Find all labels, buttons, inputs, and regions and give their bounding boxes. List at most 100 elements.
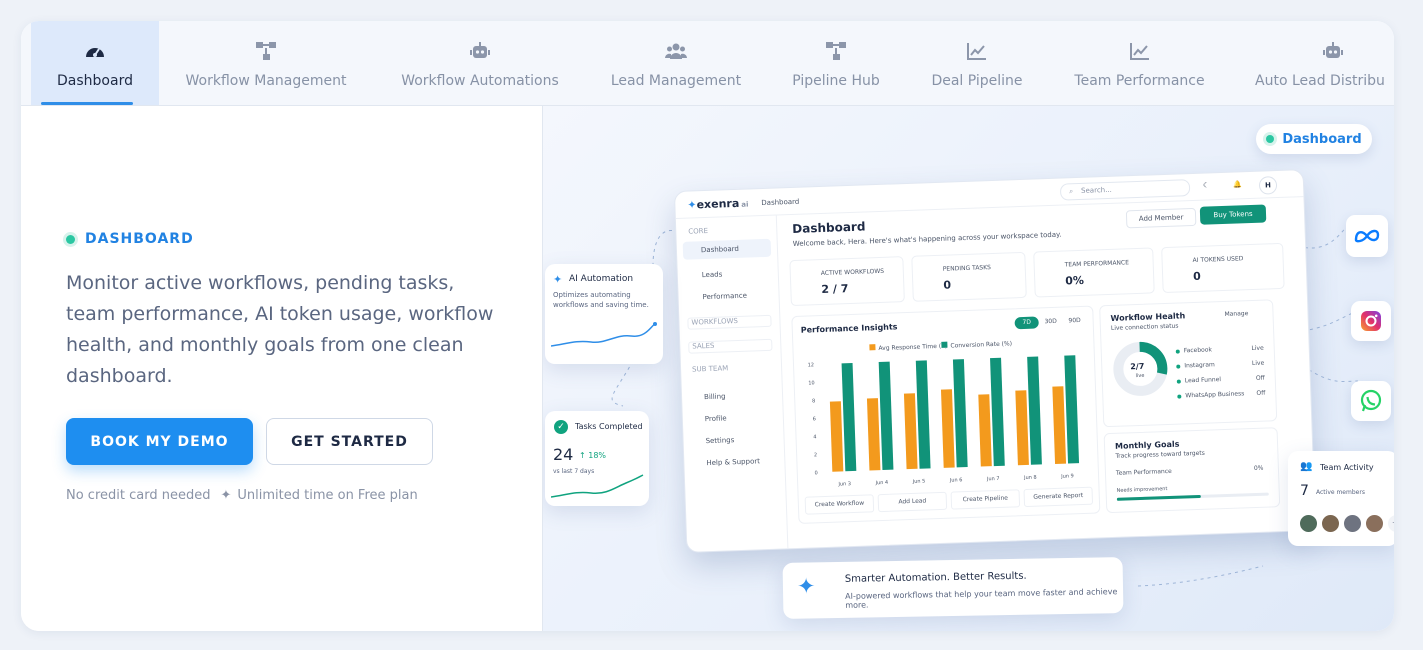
buy-tokens-button[interactable]: Buy Tokens	[1199, 204, 1267, 225]
eyebrow-label: DASHBOARD	[85, 231, 194, 247]
mock-search-input[interactable]: ⌕ Search...	[1059, 179, 1191, 201]
range-7d[interactable]: 7D	[1014, 316, 1039, 330]
gauge-icon	[86, 48, 104, 57]
moon-icon[interactable]: ☾	[1203, 181, 1210, 189]
tab-label: Auto Lead Distribu	[1255, 73, 1385, 89]
meta-icon[interactable]	[1346, 215, 1388, 257]
sidebar-group-sales[interactable]: SALES	[688, 338, 773, 354]
tasks-change: ↑ 18%	[579, 451, 607, 460]
tab-workflow-automations[interactable]: Workflow Automations	[381, 21, 579, 105]
health-item-name: Lead Funnel	[1184, 376, 1222, 385]
search-icon: ⌕	[1068, 187, 1074, 196]
monthly-goals-card: Monthly Goals Track progress toward targ…	[1103, 427, 1281, 514]
range-90d[interactable]: 90D	[1062, 315, 1086, 328]
bar	[978, 394, 992, 467]
create-workflow-button[interactable]: Create Workflow	[804, 494, 875, 515]
whatsapp-icon[interactable]	[1351, 381, 1391, 421]
sidebar-item-billing[interactable]: Billing	[704, 392, 726, 401]
sparkle-icon: ✦	[553, 273, 563, 286]
ai-trend-line	[551, 322, 657, 347]
tab-lead-management[interactable]: Lead Management	[601, 21, 751, 105]
create-pipeline-button[interactable]: Create Pipeline	[950, 489, 1021, 510]
team-activity-card: 👥 Team Activity 7 Active members +2	[1288, 451, 1394, 546]
free-plan-note: Unlimited time on Free plan	[237, 488, 418, 503]
instagram-icon[interactable]	[1351, 301, 1391, 341]
range-switch[interactable]: 7D 30D 90D	[1014, 315, 1086, 330]
goals-progress-bar	[1116, 492, 1269, 501]
feature-tabs: Dashboard Workflow Management Workflow A…	[21, 21, 1394, 106]
health-item-status: Off	[1255, 374, 1265, 382]
health-item-name: WhatsApp Business	[1185, 390, 1245, 400]
bar	[866, 398, 881, 471]
legend-swatch	[941, 341, 948, 348]
stat-card: AI TOKENS USED 0	[1161, 242, 1285, 294]
chart-title: Performance Insights	[800, 322, 898, 335]
users-icon: 👥	[1300, 461, 1313, 472]
avatar[interactable]: H	[1258, 176, 1278, 195]
health-item-status: Live	[1251, 344, 1264, 353]
mock-dashboard-window: ✦exenra ai Dashboard ⌕ Search... ☾ 🔔 H CO…	[673, 169, 1317, 553]
y-tick-label: 8	[812, 398, 815, 404]
sidebar-item-leads[interactable]: Leads	[702, 270, 723, 279]
users-icon	[665, 43, 687, 59]
manage-link[interactable]: Manage	[1224, 310, 1248, 318]
workflow-icon	[256, 42, 276, 60]
stat-card: TEAM PERFORMANCE 0%	[1033, 247, 1155, 298]
mock-sidebar: CORE Dashboard Leads Performance WORKFLO…	[675, 214, 789, 552]
generate-report-button[interactable]: Generate Report	[1023, 486, 1094, 508]
performance-bar-chart: Avg Response Time (h) Conversion Rate (%)…	[808, 340, 1080, 488]
bar	[915, 360, 931, 469]
robot-icon	[1323, 42, 1343, 58]
y-tick-label: 2	[814, 452, 817, 458]
legend-label: Avg Response Time (h)	[878, 343, 947, 352]
status-dot	[1176, 379, 1181, 384]
bar	[952, 359, 968, 468]
x-tick-label: Jun 8	[1023, 475, 1037, 481]
mock-page-title: Dashboard	[792, 219, 866, 236]
tab-auto-lead-distribution[interactable]: Auto Lead Distribu	[1243, 21, 1394, 105]
add-lead-button[interactable]: Add Lead	[877, 491, 948, 513]
dashboard-preview: Dashboard ✦exenra ai Dashboard ⌕ Search..…	[542, 106, 1394, 631]
x-tick-label: Jun 9	[1060, 473, 1074, 479]
tab-workflow-management[interactable]: Workflow Management	[171, 21, 361, 105]
get-started-button[interactable]: GET STARTED	[266, 418, 433, 465]
chart-line-icon	[1129, 43, 1149, 60]
tab-deal-pipeline[interactable]: Deal Pipeline	[916, 21, 1038, 105]
sidebar-item-profile[interactable]: Profile	[705, 414, 727, 423]
workflow-icon	[826, 42, 846, 60]
check-icon: ✓	[554, 420, 568, 434]
range-30d[interactable]: 30D	[1038, 316, 1062, 329]
tab-dashboard[interactable]: Dashboard	[31, 21, 159, 105]
health-item-name: Facebook	[1183, 346, 1213, 355]
health-item-status: Live	[1251, 359, 1265, 368]
health-item-name: Instagram	[1184, 361, 1215, 370]
sidebar-item-dashboard[interactable]: Dashboard	[682, 238, 772, 260]
y-tick-label: 12	[808, 362, 815, 368]
no-card-note: No credit card needed	[66, 488, 211, 503]
sidebar-group-workflows[interactable]: WORKFLOWS	[687, 314, 772, 330]
sidebar-item-help[interactable]: Help & Support	[706, 457, 760, 467]
status-dot	[66, 234, 75, 244]
x-tick-label: Jun 7	[986, 476, 1000, 482]
add-member-button[interactable]: Add Member	[1125, 207, 1197, 229]
sidebar-item-settings[interactable]: Settings	[705, 436, 734, 445]
bell-icon[interactable]: 🔔	[1233, 180, 1242, 188]
sidebar-item-performance[interactable]: Performance	[702, 292, 747, 302]
avatar	[1364, 513, 1385, 534]
health-item-status: Off	[1256, 389, 1266, 397]
x-tick-label: Jun 5	[912, 479, 926, 485]
avatar	[1298, 513, 1319, 534]
bar	[841, 362, 857, 472]
tab-team-performance[interactable]: Team Performance	[1061, 21, 1218, 105]
smarter-automation-card: ✦ Smarter Automation. Better Results. AI…	[782, 557, 1124, 619]
book-demo-button[interactable]: BOOK MY DEMO	[66, 418, 253, 465]
tab-pipeline-hub[interactable]: Pipeline Hub	[776, 21, 896, 105]
workflow-health-card: Workflow Health Live connection status M…	[1099, 299, 1278, 428]
stats-row: ACTIVE WORKFLOWS 2 / 7 PENDING TASKS 0 TEA…	[789, 242, 1290, 307]
sidebar-group-sub-team[interactable]: SUB TEAM	[689, 363, 773, 378]
member-avatars: +2	[1298, 513, 1394, 534]
robot-icon	[470, 42, 490, 58]
avatar	[1342, 513, 1363, 534]
bar	[1064, 355, 1080, 464]
status-dot	[1175, 349, 1180, 354]
